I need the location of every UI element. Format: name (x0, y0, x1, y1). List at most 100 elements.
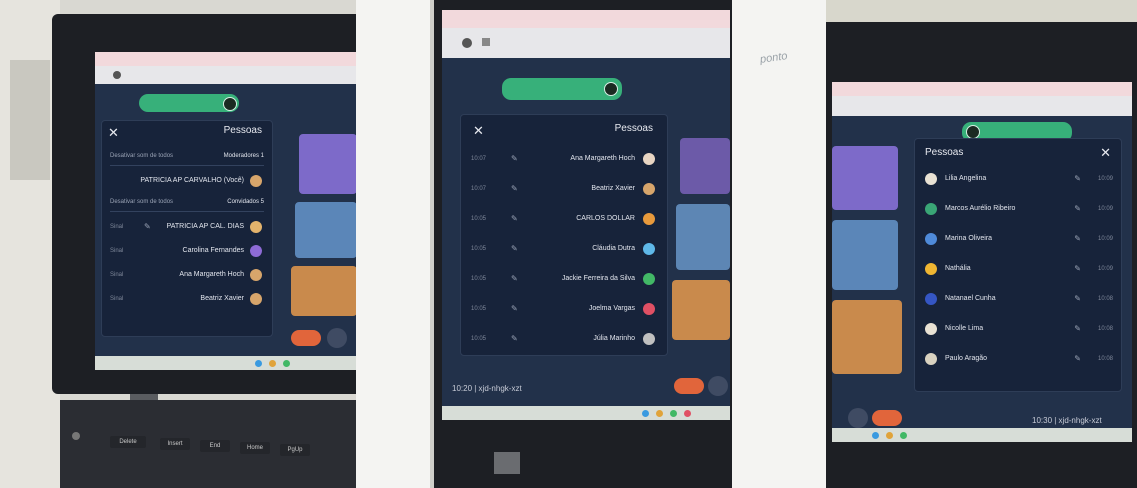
close-icon[interactable]: ✕ (473, 123, 484, 139)
video-tile[interactable] (299, 134, 356, 194)
meet-window: ✕ Pessoas Desativar som de todos Moderad… (95, 84, 356, 370)
participant-name: Beatriz Xavier (591, 185, 635, 192)
list-item[interactable]: Nicolle Lima ✎ 10:08 (915, 319, 1121, 339)
participant-name: Nathália (945, 265, 971, 272)
timestamp: 10:05 (471, 246, 487, 252)
app-icon[interactable] (670, 410, 677, 417)
timestamp: 10:05 (471, 306, 487, 312)
panel-title: Pessoas (614, 123, 653, 134)
app-icon[interactable] (642, 410, 649, 417)
mic-off-icon[interactable]: ✎ (1074, 264, 1081, 273)
video-tile[interactable] (676, 204, 730, 270)
mic-off-icon[interactable]: ✎ (1074, 324, 1081, 333)
laptop-screen: ✕ Pessoas Ana Margareth Hoch ✎ 10:07 Beatri… (442, 10, 730, 420)
mic-off-icon[interactable]: ✎ (511, 244, 518, 253)
key[interactable]: Delete (110, 436, 146, 448)
key[interactable]: Insert (160, 438, 190, 450)
list-item[interactable]: Sinal Beatriz Xavier (102, 289, 272, 309)
power-button[interactable] (72, 432, 80, 440)
mic-off-icon[interactable]: ✎ (1074, 234, 1081, 243)
group-moderators[interactable]: Desativar som de todos Moderadores 1 (110, 151, 264, 166)
video-tile[interactable] (832, 146, 898, 210)
mic-button[interactable] (708, 376, 728, 396)
mic-off-icon[interactable]: ✎ (511, 274, 518, 283)
mute-all-label[interactable]: Desativar som de todos (110, 199, 173, 205)
avatar (250, 245, 262, 257)
list-item[interactable]: Ana Margareth Hoch ✎ 10:07 (461, 149, 667, 169)
avatar (250, 175, 262, 187)
mic-off-icon[interactable]: ✎ (511, 214, 518, 223)
laptop-screen: ✕ Pessoas Desativar som de todos Moderad… (95, 52, 356, 370)
list-item[interactable]: Nathália ✎ 10:09 (915, 259, 1121, 279)
key[interactable]: Home (240, 442, 270, 454)
mic-off-icon[interactable]: ✎ (511, 184, 518, 193)
list-item[interactable]: Jackie Ferreira da Silva ✎ 10:05 (461, 269, 667, 289)
app-icon[interactable] (872, 432, 879, 439)
list-item[interactable]: Sinal ✎ PATRICIA AP CAL. DIAS (102, 217, 272, 237)
app-icon[interactable] (886, 432, 893, 439)
participant-name: CARLOS DOLLAR (576, 215, 635, 222)
list-item[interactable]: Cláudia Dutra ✎ 10:05 (461, 239, 667, 259)
list-item[interactable]: Natanael Cunha ✎ 10:08 (915, 289, 1121, 309)
group-guests[interactable]: Desativar som de todos Convidados 5 (110, 197, 264, 212)
timestamp: 10:07 (471, 186, 487, 192)
list-item[interactable]: Marcos Aurélio Ribeiro ✎ 10:09 (915, 199, 1121, 219)
laptop-screen: Pessoas ✕ Lilia Angelina ✎ 10:09 Marcos Aur… (832, 82, 1132, 442)
home-icon[interactable] (482, 38, 490, 46)
participant-name: Marcos Aurélio Ribeiro (945, 205, 1016, 212)
video-tile[interactable] (295, 202, 356, 258)
mic-off-icon[interactable]: ✎ (144, 222, 151, 231)
mic-off-icon[interactable]: ✎ (511, 154, 518, 163)
presenting-pill[interactable] (502, 78, 622, 100)
video-tile[interactable] (832, 220, 898, 290)
list-item[interactable]: Sinal Carolina Fernandes (102, 241, 272, 261)
app-icon[interactable] (684, 410, 691, 417)
app-icon[interactable] (269, 360, 276, 367)
mute-all-label[interactable]: Desativar som de todos (110, 153, 173, 159)
panel-title: Pessoas (223, 125, 262, 136)
mic-off-icon[interactable]: ✎ (1074, 354, 1081, 363)
participant-name: Ana Margareth Hoch (570, 155, 635, 162)
app-icon[interactable] (900, 432, 907, 439)
video-tile[interactable] (672, 280, 730, 340)
list-item[interactable]: Beatriz Xavier ✎ 10:07 (461, 179, 667, 199)
key[interactable]: End (200, 440, 230, 452)
handwritten-note: ponto (759, 50, 789, 66)
app-icon[interactable] (656, 410, 663, 417)
mic-button[interactable] (848, 408, 868, 428)
key[interactable]: PgUp (280, 444, 310, 456)
list-item[interactable]: Sinal Ana Margareth Hoch (102, 265, 272, 285)
back-icon[interactable] (462, 38, 472, 48)
leave-call-button[interactable] (674, 378, 704, 394)
mic-off-icon[interactable]: ✎ (511, 334, 518, 343)
video-tile[interactable] (291, 266, 356, 316)
mic-off-icon[interactable]: ✎ (1074, 204, 1081, 213)
taskbar (832, 428, 1132, 442)
participant-name: Lilia Angelina (945, 175, 987, 182)
avatar (643, 153, 655, 165)
close-icon[interactable]: ✕ (1100, 145, 1111, 161)
list-item[interactable]: Joelma Vargas ✎ 10:05 (461, 299, 667, 319)
leave-call-button[interactable] (872, 410, 902, 426)
app-icon[interactable] (255, 360, 262, 367)
list-item[interactable]: Júlia Marinho ✎ 10:05 (461, 329, 667, 349)
list-item[interactable]: Marina Oliveira ✎ 10:09 (915, 229, 1121, 249)
list-item[interactable]: CARLOS DOLLAR ✎ 10:05 (461, 209, 667, 229)
mic-off-icon[interactable]: ✎ (511, 304, 518, 313)
video-tile[interactable] (680, 138, 730, 194)
presenting-pill[interactable] (139, 94, 239, 112)
list-item[interactable]: Lilia Angelina ✎ 10:09 (915, 169, 1121, 189)
list-item[interactable]: PATRICIA AP CARVALHO (Você) (102, 171, 272, 191)
app-icon[interactable] (283, 360, 290, 367)
profile-icon[interactable] (113, 71, 121, 79)
leave-call-button[interactable] (291, 330, 321, 346)
avatar (925, 353, 937, 365)
avatar (643, 213, 655, 225)
mic-off-icon[interactable]: ✎ (1074, 174, 1081, 183)
browser-address-bar (95, 66, 356, 84)
mic-button[interactable] (327, 328, 347, 348)
mic-off-icon[interactable]: ✎ (1074, 294, 1081, 303)
list-item[interactable]: Paulo Aragão ✎ 10:08 (915, 349, 1121, 369)
close-icon[interactable]: ✕ (108, 125, 119, 141)
video-tile[interactable] (832, 300, 902, 374)
